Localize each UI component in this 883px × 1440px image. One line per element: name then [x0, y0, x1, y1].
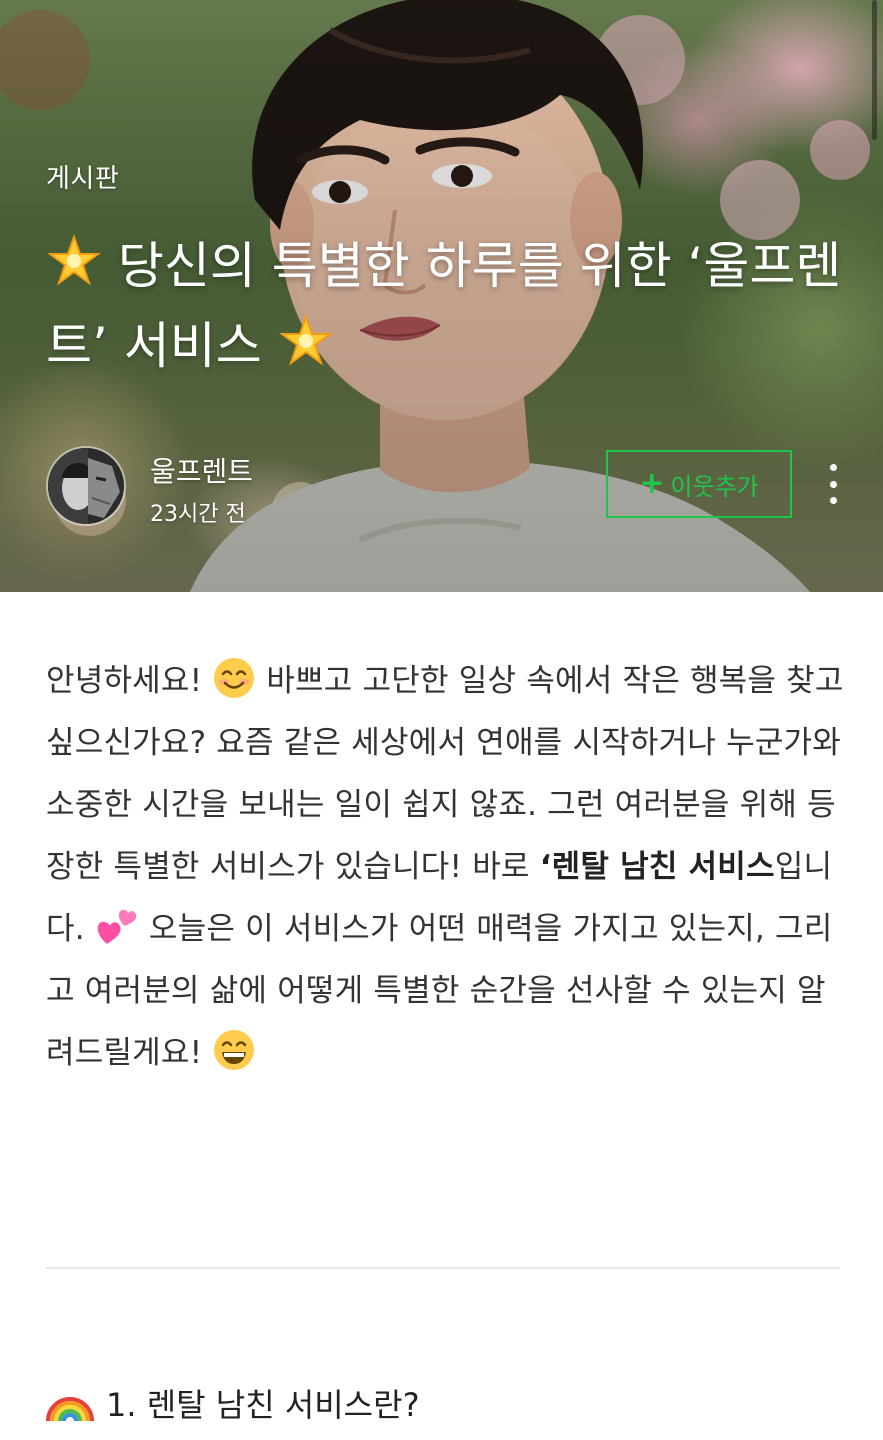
- star-icon: [46, 233, 102, 286]
- add-neighbor-label: 이웃추가: [670, 472, 759, 501]
- author-name[interactable]: 울프렌트: [150, 450, 253, 490]
- avatar[interactable]: [46, 446, 126, 526]
- post-title-text: 당신의 특별한 하루를 위한 ‘울프렌트’ 서비스: [46, 237, 842, 375]
- more-icon[interactable]: [818, 464, 848, 504]
- section-divider: [46, 1267, 840, 1269]
- plus-icon: +: [639, 466, 665, 501]
- grin-icon: [214, 1030, 255, 1070]
- post-title: 당신의 특별한 하루를 위한 ‘울프렌트’ 서비스: [46, 226, 846, 386]
- post-timestamp: 23시간 전: [150, 502, 246, 527]
- add-neighbor-button[interactable]: + 이웃추가: [606, 450, 792, 518]
- smile-icon: [214, 658, 255, 698]
- star-icon: [278, 313, 333, 366]
- post-body: 안녕하세요! 바쁘고 고단한 일상 속에서 작은 행복을 찾고 싶으신가요? 요…: [46, 592, 846, 1084]
- board-category[interactable]: 게시판: [46, 158, 119, 195]
- section-heading-text: 1. 렌탈 남친 서비스란?: [106, 1386, 420, 1424]
- intro-text: 오늘은 이 서비스가 어떤 매력을 가지고 있는지, 그리고 여러분의 삶에 어…: [46, 911, 833, 1071]
- hearts-icon: [97, 909, 136, 944]
- rainbow-icon: [46, 1397, 94, 1422]
- author-row: 울프렌트 23시간 전 + 이웃추가: [46, 446, 856, 527]
- section-heading: 1. 렌탈 남친 서비스란?: [46, 1380, 420, 1426]
- intro-text: 안녕하세요!: [46, 663, 213, 699]
- scrollbar-thumb[interactable]: [872, 0, 877, 140]
- post-hero: 게시판 당신의 특별한 하루를 위한 ‘울프렌트’ 서비스 울프렌트 23시간 …: [0, 0, 883, 592]
- intro-paragraph: 안녕하세요! 바쁘고 고단한 일상 속에서 작은 행복을 찾고 싶으신가요? 요…: [46, 592, 846, 1084]
- highlight-text: ‘렌탈 남친 서비스: [539, 849, 775, 885]
